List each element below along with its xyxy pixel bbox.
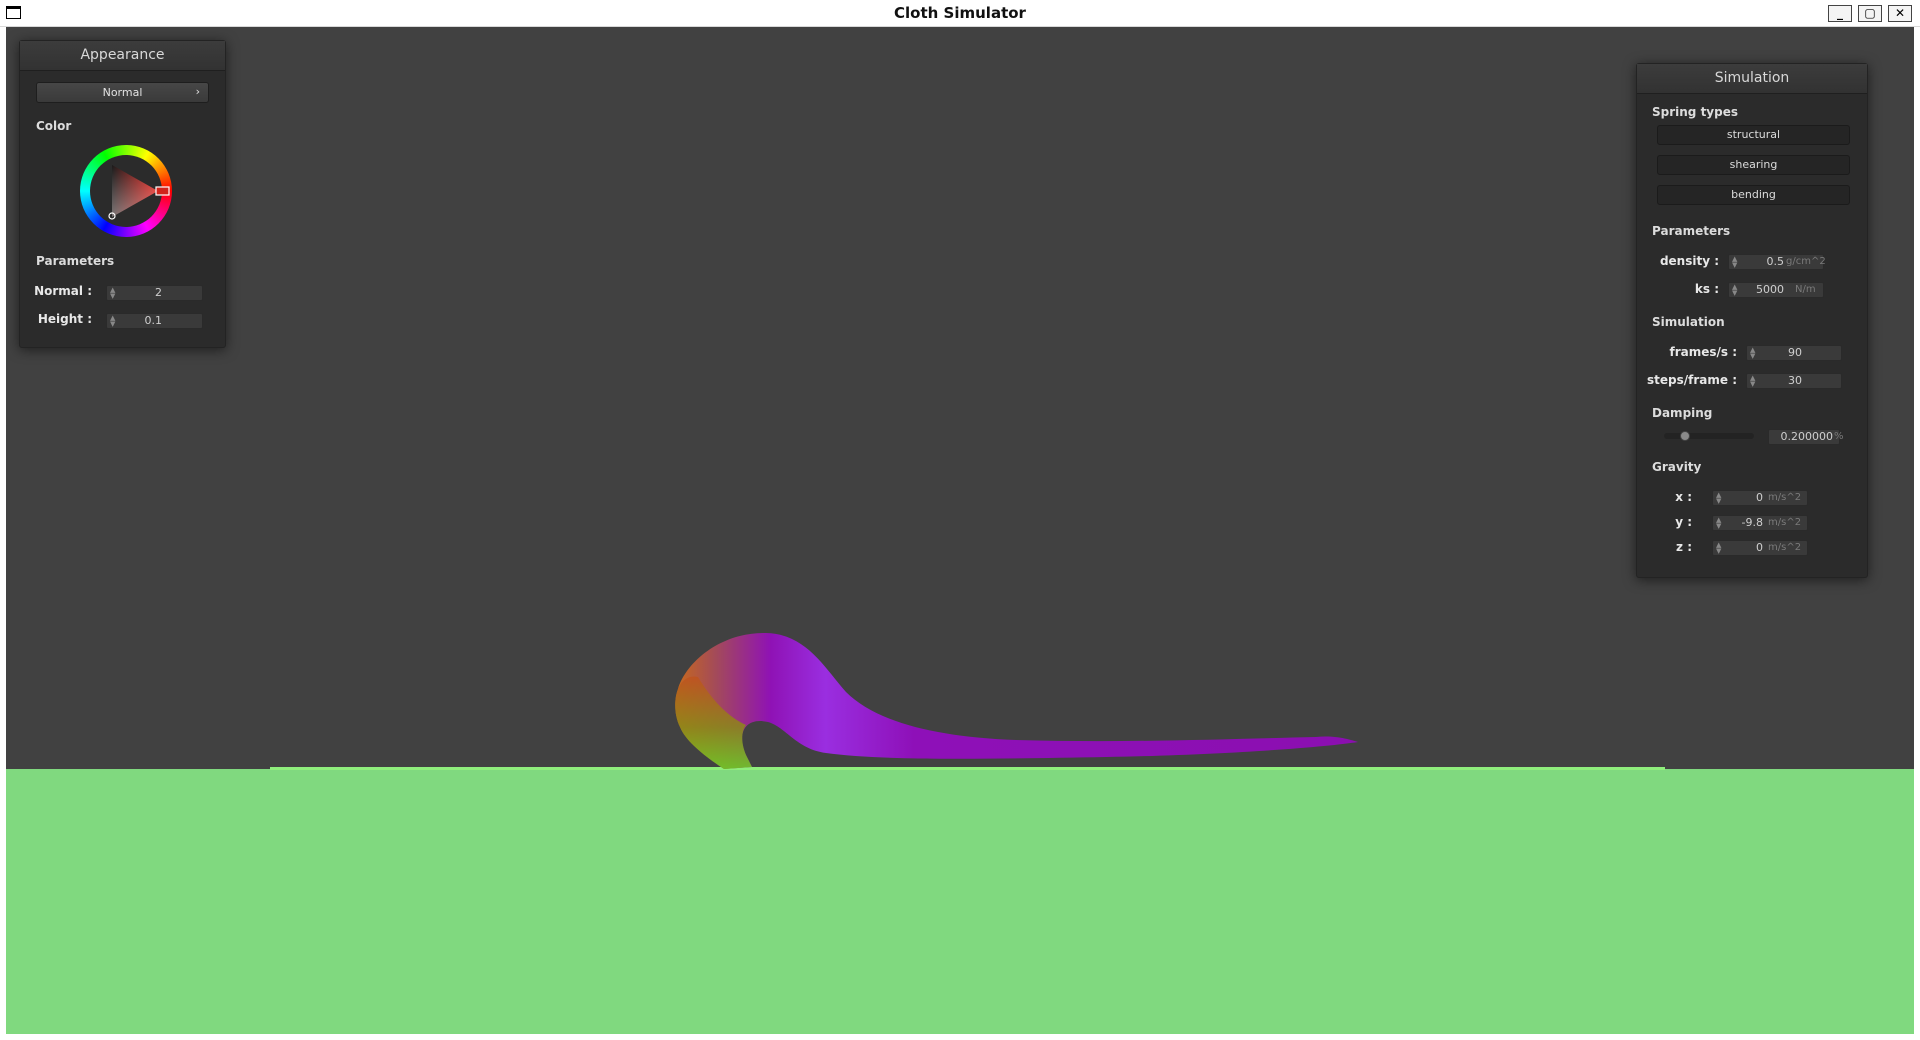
- appearance-params-label: Parameters: [36, 254, 115, 268]
- gravity-y-label: y :: [1675, 515, 1692, 529]
- damping-slider-handle[interactable]: [1680, 431, 1690, 441]
- structural-spring-toggle[interactable]: structural: [1657, 125, 1850, 145]
- maximize-button[interactable]: ▢: [1858, 5, 1882, 22]
- ks-label: ks :: [1694, 282, 1719, 296]
- damping-slider[interactable]: [1664, 431, 1754, 441]
- window-title: Cloth Simulator: [894, 4, 1026, 22]
- gravity-label: Gravity: [1652, 460, 1702, 474]
- simulation-label: Simulation: [1652, 315, 1725, 329]
- density-input[interactable]: ▲ ▼ 0.5 g/cm^2: [1728, 254, 1826, 270]
- color-label: Color: [36, 119, 72, 133]
- close-button[interactable]: ✕: [1888, 5, 1912, 22]
- damping-label: Damping: [1652, 406, 1713, 420]
- height-label: Height :: [37, 312, 92, 326]
- gravity-x-input[interactable]: ▲ ▼ 0 m/s^2: [1712, 490, 1808, 506]
- ks-input[interactable]: ▲ ▼ 5000 N/m: [1728, 282, 1824, 298]
- spring-types-label: Spring types: [1652, 105, 1739, 119]
- gravity-z-input[interactable]: ▲ ▼ 0 m/s^2: [1712, 540, 1808, 556]
- cloth-mesh: [675, 632, 1358, 769]
- title-bar: Cloth Simulator _ ▢ ✕: [0, 0, 1920, 27]
- gravity-z-label: z :: [1676, 540, 1692, 554]
- color-wheel[interactable]: [80, 145, 172, 237]
- appearance-header[interactable]: Appearance: [20, 41, 225, 71]
- fps-input[interactable]: ▲ ▼ 90: [1746, 345, 1842, 361]
- gravity-x-label: x :: [1675, 490, 1692, 504]
- sim-params-label: Parameters: [1652, 224, 1731, 238]
- fps-label: frames/s :: [1669, 345, 1737, 359]
- height-input[interactable]: ▲ ▼ 0.1: [106, 313, 203, 329]
- steps-label: steps/frame :: [1647, 373, 1737, 387]
- simulation-panel: Simulation Spring types structural shear…: [1636, 63, 1868, 578]
- shading-mode-label: Normal: [102, 86, 143, 99]
- simulation-header[interactable]: Simulation: [1637, 64, 1867, 94]
- steps-input[interactable]: ▲ ▼ 30: [1746, 373, 1842, 389]
- normal-label: Normal :: [34, 284, 92, 298]
- bending-spring-toggle[interactable]: bending: [1657, 185, 1850, 205]
- damping-input[interactable]: 0.200000 %: [1768, 429, 1844, 445]
- scene-viewport[interactable]: [6, 27, 1914, 1034]
- normal-input[interactable]: ▲ ▼ 2: [106, 285, 203, 301]
- density-label: density :: [1659, 254, 1719, 268]
- minimize-button[interactable]: _: [1828, 5, 1852, 22]
- hue-handle[interactable]: [155, 186, 170, 196]
- shading-mode-dropdown[interactable]: Normal ›: [36, 82, 209, 103]
- shearing-spring-toggle[interactable]: shearing: [1657, 155, 1850, 175]
- chevron-right-icon: ›: [195, 85, 200, 98]
- appearance-panel: Appearance Normal › Color Parameters Nor…: [19, 40, 226, 348]
- gravity-y-input[interactable]: ▲ ▼ -9.8 m/s^2: [1712, 515, 1808, 531]
